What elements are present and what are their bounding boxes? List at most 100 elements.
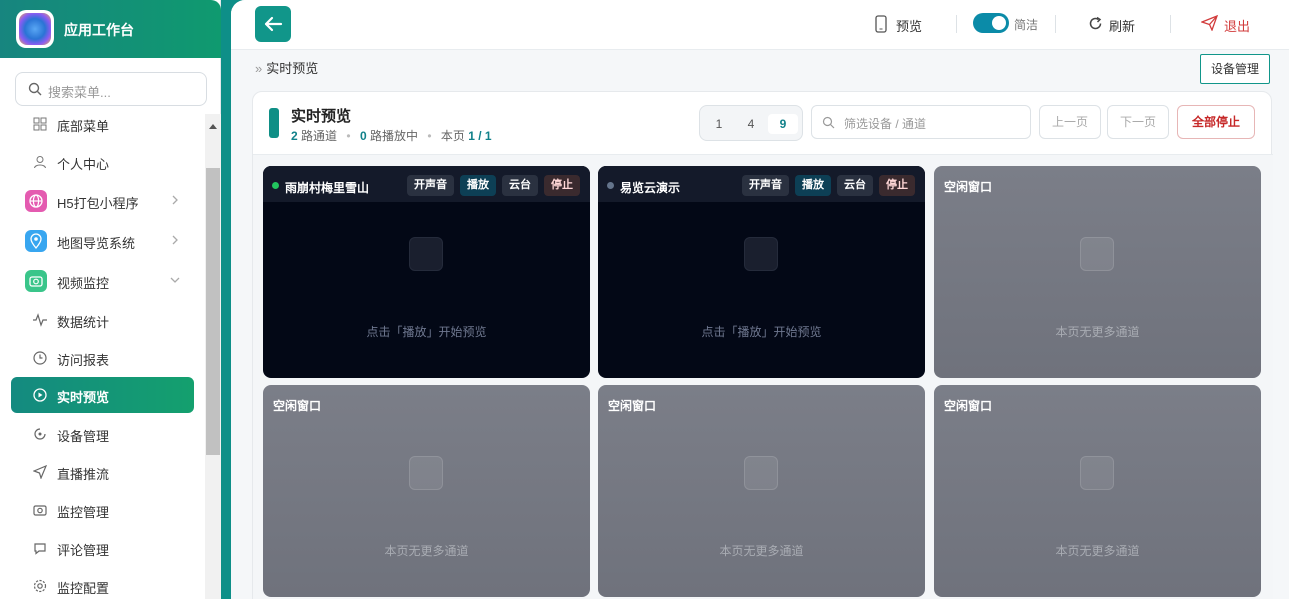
sidebar-item-label: 个人中心 [57, 157, 110, 172]
video-grid: 雨崩村梅里雪山 开声音 播放 云台 停止 点击「播放」开始预览 易览云演示 开声… [253, 154, 1273, 599]
tile-idle-label: 空闲窗口 [944, 180, 993, 194]
logout-send-icon [1201, 15, 1218, 31]
stop-button[interactable]: 停止 [879, 175, 915, 196]
compact-label: 简洁 [1014, 18, 1039, 32]
divider [956, 15, 957, 33]
tile-message: 本页无更多通道 [1055, 544, 1140, 558]
sidebar-item-data-stats[interactable]: 数据统计 [11, 302, 194, 338]
tile-message: 点击「播放」开始预览 [366, 325, 487, 339]
sidebar-item-device-manage[interactable]: 设备管理 [11, 416, 194, 452]
play-button[interactable]: 播放 [795, 175, 831, 196]
next-page-button[interactable]: 下一页 [1107, 105, 1169, 139]
phone-icon [875, 15, 887, 33]
sidebar-item-label: 底部菜单 [57, 119, 110, 134]
scroll-up-icon[interactable] [209, 124, 217, 129]
ptz-button[interactable]: 云台 [502, 175, 538, 196]
main-content: 预览 简洁 刷新 退出 » 实时预览 设备管理 实时预览 2 路通道 • 0 路播… [231, 0, 1289, 599]
device-manage-button[interactable]: 设备管理 [1200, 54, 1270, 84]
menu-search-input[interactable]: 搜索菜单... [15, 72, 207, 106]
sidebar-item-map-guide[interactable]: 地图导览系统 [11, 223, 194, 259]
search-placeholder: 搜索菜单... [48, 85, 111, 100]
video-placeholder-icon [409, 456, 443, 490]
sidebar-item-label: 访问报表 [57, 353, 110, 368]
device-icon [34, 428, 46, 440]
sidebar-item-label: 设备管理 [57, 429, 110, 444]
sidebar-item-label: 直播推流 [57, 467, 110, 482]
panel-summary: 2 路通道 • 0 路播放中 • 本页 1 / 1 [291, 129, 492, 143]
page-value: 1 / 1 [468, 129, 492, 143]
layout-option-1[interactable]: 1 [704, 114, 734, 134]
video-placeholder-icon [744, 456, 778, 490]
breadcrumb-current: » 实时预览 [255, 61, 319, 76]
chevron-right-icon [172, 195, 178, 205]
chevron-down-icon [170, 277, 180, 283]
sidebar-item-bottom-menu[interactable]: 底部菜单 [11, 114, 194, 142]
logout-button[interactable]: 退出 [1224, 16, 1250, 35]
status-dot [272, 182, 279, 189]
prev-page-button[interactable]: 上一页 [1039, 105, 1101, 139]
tile-channel-name: 易览云演示 [620, 181, 681, 195]
divider [1170, 15, 1171, 33]
sound-button[interactable]: 开声音 [742, 175, 789, 196]
idle-tile: 空闲窗口 本页无更多通道 [934, 385, 1261, 597]
sidebar-item-label: 监控配置 [57, 581, 110, 596]
sidebar-item-comment-manage[interactable]: 评论管理 [11, 530, 194, 566]
tile-message: 点击「播放」开始预览 [701, 325, 822, 339]
layout-option-9[interactable]: 9 [768, 114, 798, 134]
settings-icon [33, 579, 47, 593]
sidebar-scrollbar[interactable] [205, 114, 221, 599]
sidebar-item-h5-package[interactable]: H5打包小程序 [11, 183, 194, 219]
sidebar-item-live-preview[interactable]: 实时预览 [11, 377, 194, 413]
tile-message: 本页无更多通道 [1055, 325, 1140, 339]
sidebar-menu: 底部菜单 个人中心 H5打包小程序 地图导览系统 视频监控 数据统计 访问报表 … [0, 114, 205, 599]
sidebar-item-label: H5打包小程序 [57, 196, 139, 211]
scrollbar-thumb[interactable] [206, 168, 220, 455]
search-icon [28, 82, 42, 96]
divider [1055, 15, 1056, 33]
layout-switcher: 1 4 9 [699, 105, 803, 141]
sidebar-item-label: 评论管理 [57, 543, 110, 558]
globe-icon [25, 190, 47, 212]
refresh-button[interactable]: 刷新 [1109, 16, 1135, 35]
stop-button[interactable]: 停止 [544, 175, 580, 196]
filter-placeholder: 筛选设备 / 通道 [844, 117, 927, 131]
video-tile[interactable]: 雨崩村梅里雪山 开声音 播放 云台 停止 点击「播放」开始预览 [263, 166, 590, 378]
camera-outline-icon [33, 505, 47, 516]
send-icon [33, 465, 47, 479]
sidebar: 应用工作台 搜索菜单... 底部菜单 个人中心 H5打包小程序 地图导览系统 视… [0, 0, 221, 599]
sidebar-item-monitor-config[interactable]: 监控配置 [11, 568, 194, 599]
stop-all-button[interactable]: 全部停止 [1177, 105, 1255, 139]
back-button[interactable] [255, 6, 291, 42]
preview-button[interactable]: 预览 [896, 16, 922, 35]
layout-option-4[interactable]: 4 [736, 114, 766, 134]
comment-icon [34, 543, 46, 555]
filter-input[interactable]: 筛选设备 / 通道 [811, 105, 1031, 139]
idle-tile: 空闲窗口 本页无更多通道 [934, 166, 1261, 378]
tile-message: 本页无更多通道 [719, 544, 804, 558]
status-dot [607, 182, 614, 189]
ptz-button[interactable]: 云台 [837, 175, 873, 196]
video-placeholder-icon [744, 237, 778, 271]
playing-count: 0 [359, 129, 367, 143]
sidebar-item-access-report[interactable]: 访问报表 [11, 340, 194, 376]
play-button[interactable]: 播放 [460, 175, 496, 196]
activity-icon [33, 313, 47, 327]
sidebar-item-live-push[interactable]: 直播推流 [11, 454, 194, 490]
sidebar-item-monitor-manage[interactable]: 监控管理 [11, 492, 194, 528]
idle-tile: 空闲窗口 本页无更多通道 [263, 385, 590, 597]
app-logo [16, 10, 54, 48]
channels-label: 路通道 [301, 129, 338, 143]
grid-icon [33, 117, 47, 131]
camera-icon [25, 270, 47, 292]
video-tile[interactable]: 易览云演示 开声音 播放 云台 停止 点击「播放」开始预览 [598, 166, 925, 378]
sidebar-item-label: 实时预览 [57, 390, 110, 405]
video-placeholder-icon [409, 237, 443, 271]
brand-header: 应用工作台 [0, 0, 221, 58]
sidebar-item-profile[interactable]: 个人中心 [11, 144, 194, 180]
tile-idle-label: 空闲窗口 [944, 399, 993, 413]
sound-button[interactable]: 开声音 [407, 175, 454, 196]
sidebar-item-label: 监控管理 [57, 505, 110, 520]
sidebar-item-video-monitor[interactable]: 视频监控 [11, 263, 194, 299]
breadcrumb: » 实时预览 设备管理 [241, 50, 1289, 90]
compact-toggle[interactable] [973, 13, 1009, 33]
